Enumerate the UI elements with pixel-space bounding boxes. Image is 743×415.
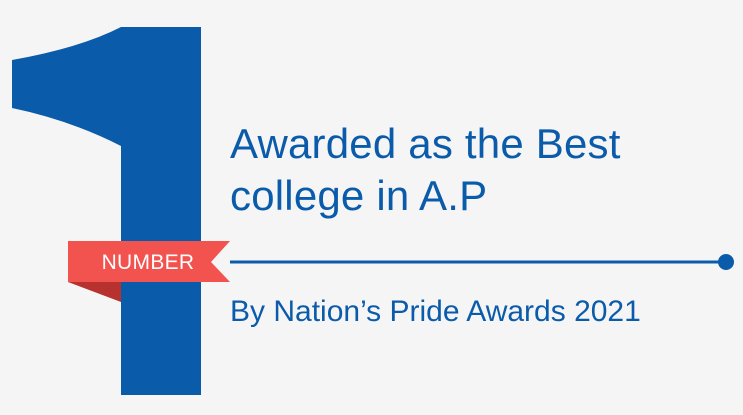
award-source: By Nation’s Pride Awards 2021 bbox=[230, 295, 641, 328]
numeral-one-shape bbox=[12, 27, 201, 395]
ribbon-fold bbox=[68, 282, 121, 302]
connector-end-dot bbox=[718, 254, 734, 270]
award-headline: Awarded as the Best college in A.P bbox=[230, 118, 730, 222]
headline-line-1: Awarded as the Best bbox=[230, 120, 621, 167]
ribbon-label: NUMBER bbox=[101, 251, 195, 274]
headline-line-2: college in A.P bbox=[230, 172, 488, 219]
